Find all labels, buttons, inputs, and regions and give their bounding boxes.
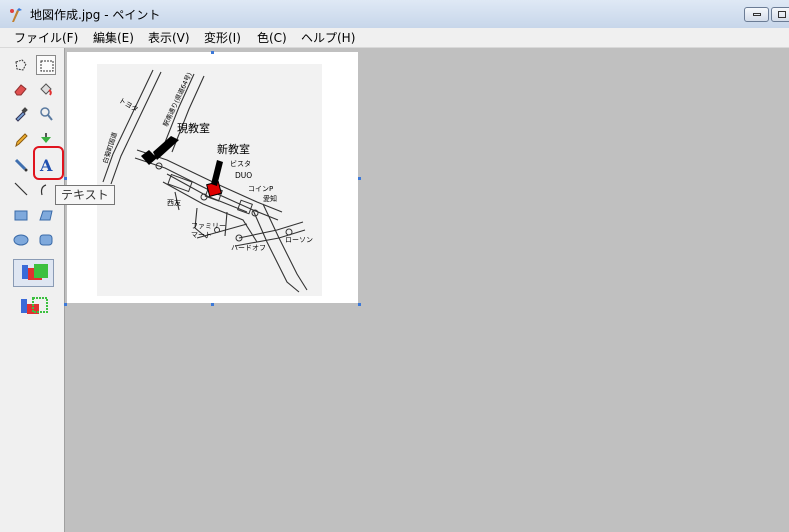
- polygon-icon: [39, 210, 53, 221]
- resize-handle-bottom[interactable]: [211, 303, 214, 306]
- rectangle-select-tool[interactable]: [36, 55, 56, 75]
- menu-view[interactable]: 表示(V): [148, 29, 190, 46]
- opaque-selection-icon: [22, 264, 48, 280]
- label-aichi: 愛知: [263, 194, 277, 203]
- label-new-room: 新教室: [217, 142, 250, 156]
- label-vista: ビスタ: [230, 159, 251, 168]
- opaque-selection-mode[interactable]: [13, 259, 54, 287]
- title-bar: 地図作成.jpg - ペイント: [0, 0, 789, 28]
- transparent-selection-mode[interactable]: [13, 294, 54, 322]
- airbrush-tool[interactable]: [11, 155, 31, 175]
- label-duo: DUO: [235, 171, 252, 180]
- ellipse-tool[interactable]: [11, 230, 31, 250]
- pick-color-tool[interactable]: [11, 104, 31, 124]
- minimize-button[interactable]: [744, 7, 769, 22]
- eyedropper-icon: [15, 107, 28, 122]
- menu-edit[interactable]: 編集(E): [93, 29, 134, 46]
- minimize-icon: [753, 13, 761, 16]
- menu-file[interactable]: ファイル(F): [14, 29, 78, 46]
- magnifier-tool[interactable]: [36, 104, 56, 124]
- maximize-button[interactable]: [771, 7, 789, 22]
- maximize-icon: [778, 11, 786, 18]
- text-tool-tooltip: テキスト: [55, 185, 115, 205]
- line-icon: [14, 182, 28, 196]
- drawing-canvas[interactable]: トヨタ 駅南通り(県道64号) 白菊町国道 現教室 新教室 ビスタ DUO コイ…: [67, 52, 358, 303]
- rounded-rectangle-tool[interactable]: [36, 230, 56, 250]
- window-title: 地図作成.jpg - ペイント: [30, 8, 161, 22]
- menu-color[interactable]: 色(C): [257, 29, 287, 46]
- resize-handle-right[interactable]: [358, 177, 361, 180]
- curve-tool[interactable]: [36, 179, 56, 199]
- ellipse-icon: [13, 234, 29, 246]
- polygon-tool[interactable]: [36, 205, 56, 225]
- label-lawson: ローソン: [285, 236, 313, 244]
- map-drawing: トヨタ 駅南通り(県道64号) 白菊町国道 現教室 新教室 ビスタ DUO コイ…: [97, 64, 322, 296]
- transparent-selection-icon: [21, 297, 48, 314]
- line-tool[interactable]: [11, 179, 31, 199]
- eraser-icon: [14, 84, 27, 96]
- label-current-room: 現教室: [177, 121, 210, 135]
- text-tool-highlight: [33, 146, 64, 180]
- rounded-rectangle-icon: [39, 234, 53, 246]
- paint-bucket-icon: [40, 83, 52, 96]
- pencil-tool[interactable]: [11, 130, 31, 150]
- free-form-select-tool[interactable]: [11, 56, 31, 76]
- magnifier-icon: [40, 107, 53, 121]
- resize-handle-corner[interactable]: [358, 303, 361, 306]
- toolbox: A: [0, 48, 65, 532]
- menu-transform[interactable]: 変形(I): [204, 29, 241, 46]
- rectangle-tool[interactable]: [11, 205, 31, 225]
- label-coin-p: コインP: [248, 185, 273, 193]
- label-hard-off: ハードオフ: [231, 244, 266, 252]
- rectangle-icon: [14, 210, 28, 221]
- pencil-icon: [15, 133, 28, 148]
- airbrush-icon: [14, 158, 28, 172]
- resize-handle-bottom-left[interactable]: [64, 303, 67, 306]
- label-family-mart-2: マート: [191, 231, 212, 239]
- paint-app-icon: [10, 8, 22, 22]
- fill-tool[interactable]: [36, 79, 56, 99]
- curve-icon: [40, 184, 47, 196]
- eraser-tool[interactable]: [11, 79, 31, 99]
- free-form-select-icon: [15, 59, 27, 71]
- rectangle-select-icon: [40, 60, 54, 72]
- label-family-mart-1: ファミリー: [191, 222, 226, 230]
- label-saiyu: 西友: [167, 198, 181, 207]
- resize-handle-left[interactable]: [64, 177, 67, 180]
- menu-help[interactable]: ヘルプ(H): [301, 29, 355, 46]
- resize-handle-top[interactable]: [211, 51, 214, 54]
- menu-bar: ファイル(F) 編集(E) 表示(V) 変形(I) 色(C) ヘルプ(H): [0, 28, 789, 48]
